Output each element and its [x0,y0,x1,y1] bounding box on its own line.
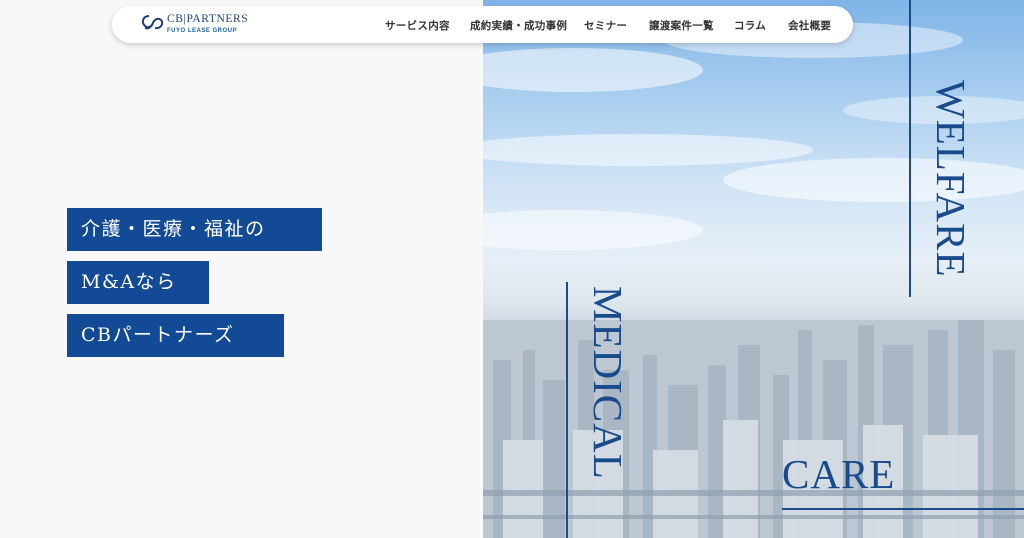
nav-item-seminar[interactable]: セミナー [584,18,627,33]
care-word: CARE [782,451,896,497]
nav-item-transfer-list[interactable]: 譲渡案件一覧 [649,18,714,33]
logo-group-text: FUYO LEASE GROUP [167,28,238,34]
top-navigation-bar: CB|PARTNERS FUYO LEASE GROUP サービス内容 成約実績… [112,6,853,43]
nav-item-results[interactable]: 成約実績・成功事例 [470,18,567,33]
medical-vertical-line [566,282,568,538]
nav-item-company[interactable]: 会社概要 [788,18,831,33]
cb-logo-mark-icon [141,15,164,30]
headline-line-2: M&Aなら [67,261,209,304]
headline-line-1: 介護・医療・福祉の [67,208,322,251]
welfare-word: WELFARE [928,80,974,278]
nav-item-column[interactable]: コラム [734,18,766,33]
city-skyline [483,320,1024,538]
medical-word: MEDICAL [585,286,631,480]
welfare-vertical-line [909,0,911,297]
nav-item-services[interactable]: サービス内容 [385,18,450,33]
logo-brand-text: CB|PARTNERS [167,13,249,25]
headline-line-3: CBパートナーズ [67,314,284,357]
site-logo[interactable]: CB|PARTNERS FUYO LEASE GROUP [140,12,250,38]
care-horizontal-line [782,508,1024,510]
